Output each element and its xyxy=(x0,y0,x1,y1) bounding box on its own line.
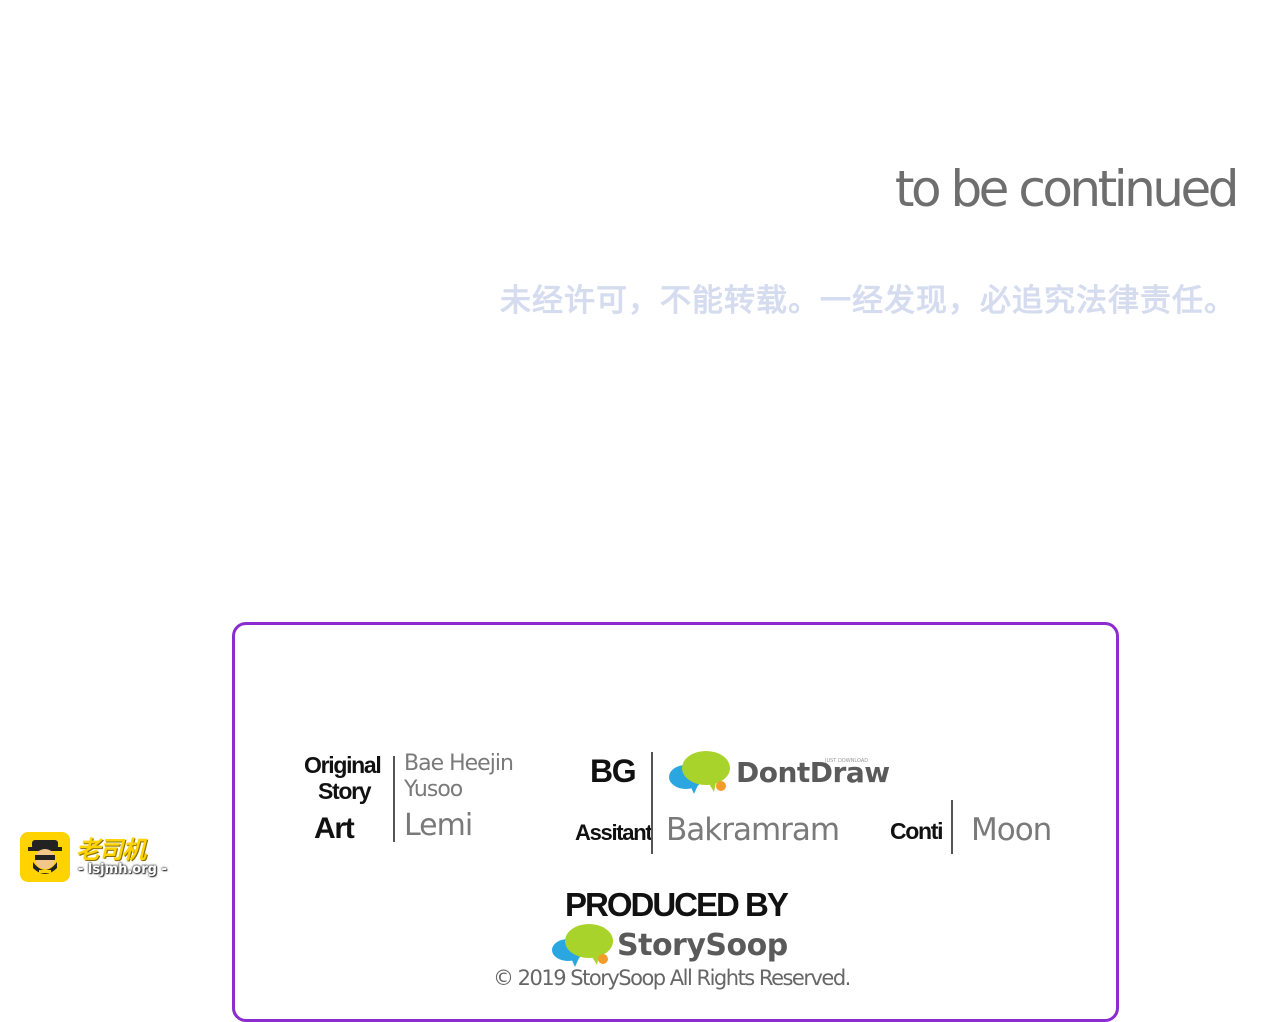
bearded-driver-icon xyxy=(28,840,62,874)
copyright-notice: 未经许可，不能转载。一经发现，必追究法律责任。 xyxy=(500,283,1236,319)
watermark-url: - lsjmh.org - xyxy=(78,862,167,877)
conti-value: Moon xyxy=(971,812,1052,848)
watermark-logo: 老司机 - lsjmh.org - xyxy=(20,832,180,884)
storysoop-logo-text: StorySoop xyxy=(617,928,788,963)
original-story-value-line2: Yusoo xyxy=(404,777,463,802)
bg-label: BG xyxy=(590,753,637,789)
watermark-title: 老司机 xyxy=(76,836,146,864)
conti-label: Conti xyxy=(890,818,944,844)
watermark-badge xyxy=(20,832,70,882)
original-story-value-line1: Bae Heejin xyxy=(404,751,514,776)
credits-divider-right xyxy=(951,800,953,854)
assistant-label: Assitant xyxy=(575,820,653,845)
copyright-text: © 2019 StorySoop All Rights Reserved. xyxy=(493,966,851,990)
credits-divider-middle xyxy=(651,752,653,854)
dontdraw-logo-icon xyxy=(669,751,730,794)
produced-by-heading: PRODUCED BY xyxy=(565,886,789,923)
original-story-label-line1: Original xyxy=(304,752,382,778)
storysoop-logo-icon xyxy=(552,924,613,967)
art-value: Lemi xyxy=(404,808,473,843)
original-story-label-line2: Story xyxy=(318,778,372,804)
to-be-continued-text: to be continued xyxy=(894,160,1240,218)
art-label: Art xyxy=(314,812,355,845)
assistant-value: Bakramram xyxy=(666,812,840,848)
dontdraw-logo-tagline: JUST DOWNLOAD xyxy=(825,758,869,764)
credits-divider-left xyxy=(393,756,395,842)
